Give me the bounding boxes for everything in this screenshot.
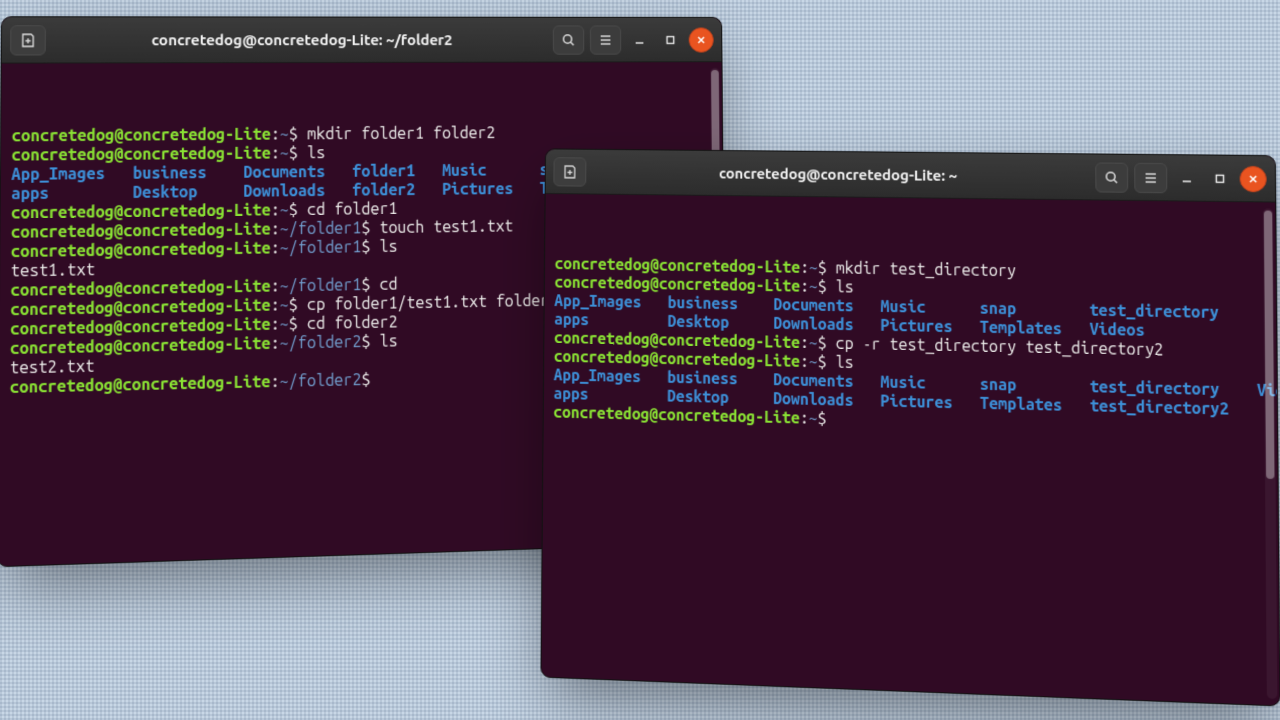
titlebar[interactable]: concretedog@concretedog-Lite: ~/folder2 [2,17,722,63]
hamburger-icon [598,32,614,48]
new-tab-button[interactable] [553,157,586,186]
new-tab-icon [20,32,37,48]
minimize-button[interactable] [627,27,652,52]
maximize-button[interactable] [658,27,683,52]
close-button[interactable] [689,27,714,52]
maximize-button[interactable] [1206,165,1233,191]
menu-button[interactable] [590,25,621,54]
maximize-icon [665,34,677,46]
maximize-icon [1214,172,1227,184]
search-icon [1103,169,1119,185]
terminal-window-home[interactable]: concretedog@concretedog-Lite: ~ concrete… [540,148,1280,706]
close-button[interactable] [1240,165,1267,191]
new-tab-button[interactable] [10,25,46,55]
close-icon [695,34,707,46]
terminal-body[interactable]: concretedog@concretedog-Lite:~$ mkdir te… [541,194,1279,706]
close-icon [1247,172,1260,184]
search-button[interactable] [1095,162,1128,192]
scrollbar[interactable] [1263,208,1278,699]
minimize-icon [634,34,646,46]
hamburger-icon [1142,169,1159,185]
minimize-button[interactable] [1173,165,1200,191]
window-title: concretedog@concretedog-Lite: ~/folder2 [52,31,547,48]
menu-button[interactable] [1134,162,1167,192]
minimize-icon [1181,172,1193,184]
scrollbar-thumb[interactable] [1264,210,1275,479]
new-tab-icon [562,164,578,180]
search-button[interactable] [553,25,584,54]
window-title: concretedog@concretedog-Lite: ~ [592,163,1089,185]
search-icon [561,32,577,48]
